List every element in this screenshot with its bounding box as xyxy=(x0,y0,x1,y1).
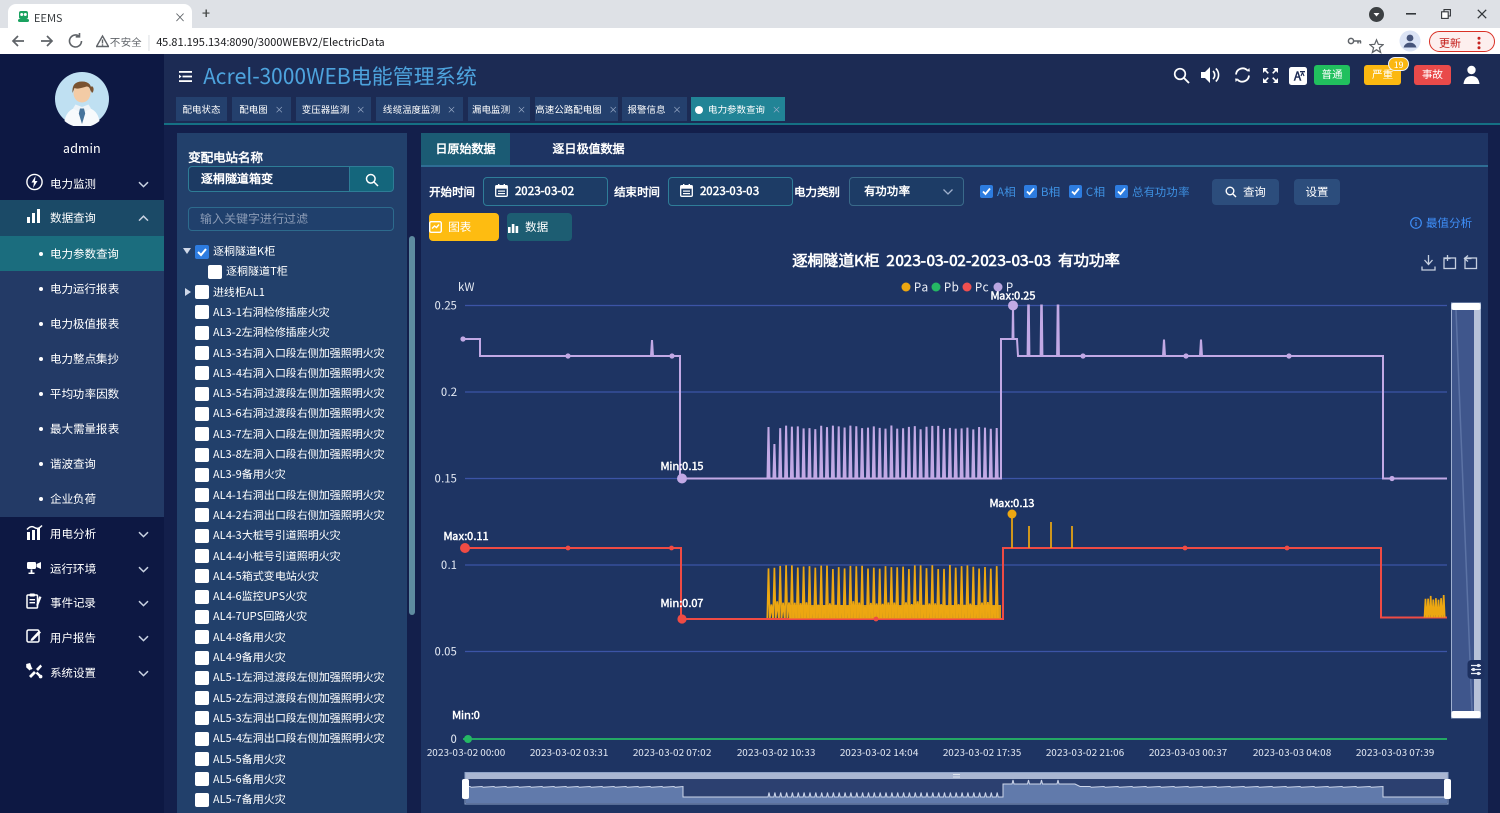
svg-text:2023-03-02 07:02: 2023-03-02 07:02 xyxy=(633,744,712,759)
svg-text:Max:0.13: Max:0.13 xyxy=(989,495,1034,511)
svg-text:A: A xyxy=(1293,68,1302,85)
svg-text:2023-03-02 10:33: 2023-03-02 10:33 xyxy=(737,744,816,759)
svg-text:Max:0.11: Max:0.11 xyxy=(443,528,488,544)
svg-text:Pa: Pa xyxy=(914,279,928,296)
svg-text:2023-03-02 14:04: 2023-03-02 14:04 xyxy=(840,744,919,759)
svg-text:0.2: 0.2 xyxy=(441,384,458,400)
svg-text:kW: kW xyxy=(458,279,474,295)
svg-text:Min:0.07: Min:0.07 xyxy=(660,595,703,611)
svg-text:Min:0.15: Min:0.15 xyxy=(660,458,704,474)
svg-text:2023-03-03 04:08: 2023-03-03 04:08 xyxy=(1253,744,1332,759)
svg-text:0.25: 0.25 xyxy=(435,298,457,314)
svg-text:0.15: 0.15 xyxy=(435,471,457,487)
svg-text:Max:0.25: Max:0.25 xyxy=(990,288,1036,304)
svg-text:2023-03-03 07:39: 2023-03-03 07:39 xyxy=(1356,744,1435,759)
svg-text:Min:0: Min:0 xyxy=(452,707,481,723)
svg-text:0.05: 0.05 xyxy=(435,644,457,660)
svg-text:2023-03-02 21:06: 2023-03-02 21:06 xyxy=(1046,744,1125,759)
svg-text:2023-03-02 17:35: 2023-03-02 17:35 xyxy=(943,744,1022,759)
svg-text:Pb: Pb xyxy=(944,279,959,296)
svg-text:2023-03-02 00:00: 2023-03-02 00:00 xyxy=(427,744,506,759)
svg-text:0.1: 0.1 xyxy=(441,557,457,573)
svg-text:Pc: Pc xyxy=(975,279,989,296)
svg-text:逐桐隧道K柜 2023-03-02-2023-03-03: 逐桐隧道K柜 2023-03-02-2023-03-03 有功功率 xyxy=(792,249,1120,271)
svg-text:2023-03-03 00:37: 2023-03-03 00:37 xyxy=(1149,744,1228,759)
svg-text:2023-03-02 03:31: 2023-03-02 03:31 xyxy=(530,744,609,759)
